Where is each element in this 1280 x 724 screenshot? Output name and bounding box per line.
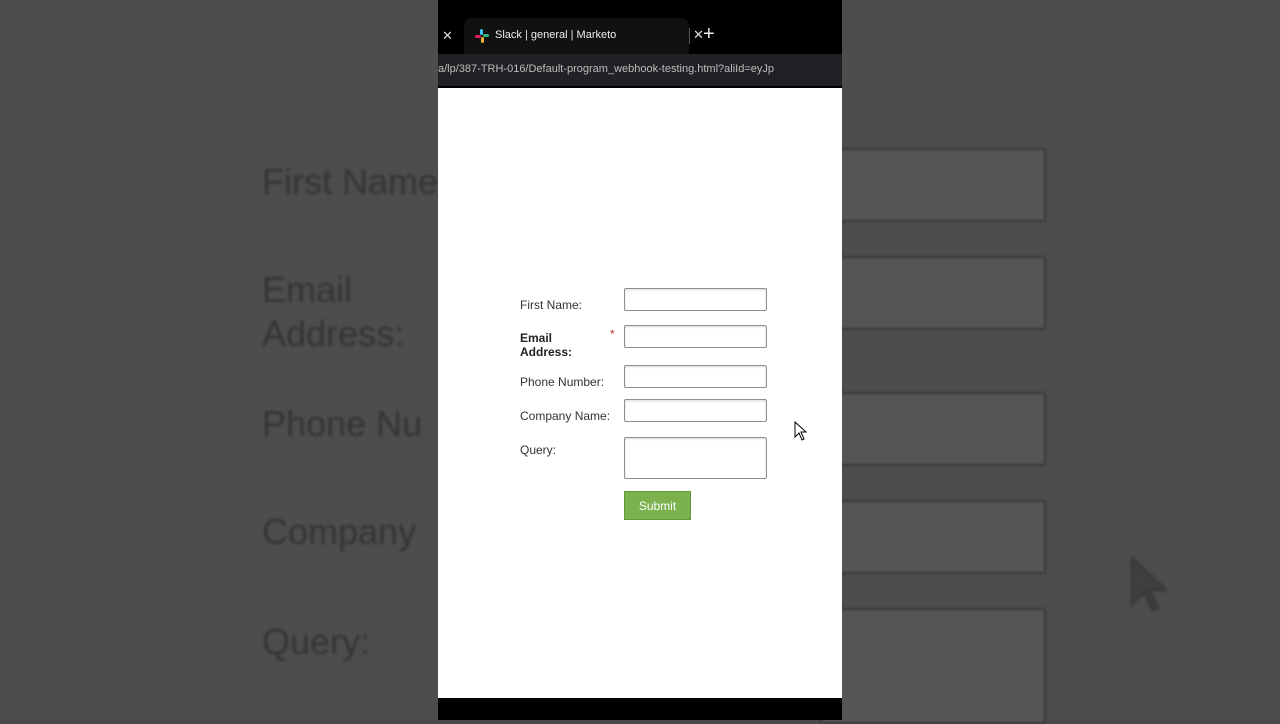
bg-input-box: [820, 500, 1046, 574]
query-label: Query:: [520, 443, 557, 457]
company-name-input[interactable]: [624, 399, 767, 422]
browser-tab-active[interactable]: Slack | general | Marketo ✕: [464, 18, 704, 54]
bg-label-first-name: First Name: [262, 161, 439, 202]
company-name-label: Company Name:: [520, 409, 611, 423]
tab-title: Slack | general | Marketo: [495, 29, 617, 41]
bg-input-box: [820, 148, 1046, 222]
bottom-black-bar: [438, 698, 842, 720]
address-bar[interactable]: a/lp/387-TRH-016/Default-program_webhook…: [438, 54, 842, 86]
bg-label-address: Address:: [262, 313, 405, 354]
first-name-label: First Name:: [520, 298, 583, 312]
bg-label-company: Company: [262, 511, 417, 552]
query-textarea[interactable]: [624, 437, 767, 479]
phone-number-input[interactable]: [624, 365, 767, 388]
tab-separator: [689, 28, 690, 44]
slack-icon: [475, 29, 489, 43]
bg-cursor-icon: [1131, 556, 1169, 612]
browser-tab-bar: ✕ Slack | general | Marketo ✕ +: [438, 18, 842, 54]
email-address-input[interactable]: [624, 325, 767, 348]
email-address-label: Email Address:: [520, 331, 573, 359]
close-icon[interactable]: ✕: [442, 28, 453, 44]
bg-label-query: Query:: [262, 621, 371, 662]
mouse-cursor-icon: [794, 421, 808, 441]
first-name-input[interactable]: [624, 288, 767, 311]
bg-label-email: Email: [262, 269, 353, 310]
bg-input-box: [820, 608, 1046, 724]
web-page: First Name: Email Address: * Phone Numbe…: [438, 88, 842, 698]
submit-button[interactable]: Submit: [624, 491, 691, 520]
bg-input-box: [820, 392, 1046, 466]
bg-input-box: [820, 256, 1046, 330]
video-frame: ✕ Slack | general | Marketo ✕ + a/lp/387…: [438, 0, 842, 720]
required-asterisk: *: [610, 327, 615, 341]
new-tab-icon[interactable]: +: [703, 23, 715, 46]
bg-label-phone: Phone Nu: [262, 403, 423, 444]
phone-number-label: Phone Number:: [520, 375, 605, 389]
url-text[interactable]: a/lp/387-TRH-016/Default-program_webhook…: [438, 63, 842, 75]
